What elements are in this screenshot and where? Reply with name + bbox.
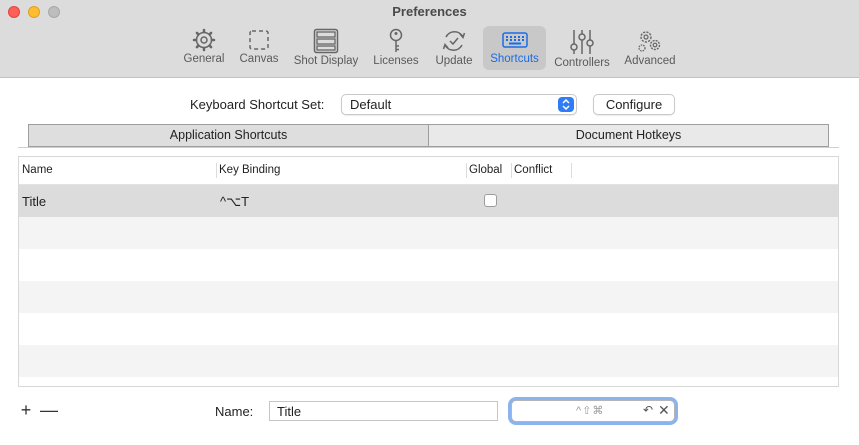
key-icon [389, 28, 403, 52]
clear-icon[interactable]: ✕ [658, 402, 670, 419]
gear-icon [192, 28, 216, 52]
tab-general[interactable]: General [180, 26, 228, 70]
name-field[interactable] [269, 401, 498, 421]
shortcut-tabs: Application Shortcuts Document Hotkeys [28, 124, 829, 147]
shot-display-icon [313, 28, 339, 54]
empty-row [19, 313, 838, 345]
title-bar: Preferences General Canvas Shot Display … [0, 0, 859, 78]
sliders-icon [570, 30, 594, 54]
tab-advanced[interactable]: Advanced [621, 26, 679, 70]
global-checkbox[interactable] [484, 194, 497, 207]
shortcut-set-value: Default [350, 97, 392, 112]
remove-shortcut-button[interactable]: — [40, 401, 58, 420]
preferences-toolbar: General Canvas Shot Display Licenses Upd… [0, 26, 859, 72]
tab-general-label: General [183, 53, 225, 65]
tab-update-label: Update [435, 55, 473, 67]
column-separator [466, 163, 467, 178]
canvas-icon [249, 30, 269, 50]
shortcuts-table[interactable]: Name Key Binding Global Conflict Title ^… [18, 156, 839, 387]
column-global[interactable]: Global [469, 164, 502, 176]
configure-button[interactable]: Configure [593, 94, 675, 115]
undo-icon[interactable]: ↶ [643, 403, 653, 417]
update-icon [442, 31, 466, 51]
tab-document-hotkeys[interactable]: Document Hotkeys [428, 124, 829, 147]
empty-row [19, 249, 838, 281]
key-recorder-field[interactable]: ^⇧⌘ ↶ ✕ [511, 400, 675, 422]
shortcut-set-select[interactable]: Default [341, 94, 577, 115]
row-name: Title [22, 194, 47, 209]
tab-shot-display[interactable]: Shot Display [290, 26, 362, 70]
tab-shortcuts[interactable]: Shortcuts [483, 26, 546, 70]
column-separator [216, 163, 217, 178]
tab-canvas-label: Canvas [239, 53, 279, 65]
tab-licenses-label: Licenses [373, 55, 419, 67]
tab-controllers-label: Controllers [554, 57, 610, 69]
empty-row [19, 217, 838, 249]
select-arrows-icon [558, 97, 574, 112]
tab-advanced-label: Advanced [624, 55, 676, 67]
column-key-binding[interactable]: Key Binding [219, 164, 280, 176]
column-separator [571, 163, 572, 178]
empty-row [19, 345, 838, 377]
column-name[interactable]: Name [22, 164, 53, 176]
tab-update[interactable]: Update [430, 26, 478, 70]
tab-shortcuts-label: Shortcuts [490, 53, 539, 65]
shortcut-set-label: Keyboard Shortcut Set: [190, 97, 325, 112]
tab-controllers[interactable]: Controllers [551, 26, 613, 70]
tab-licenses[interactable]: Licenses [370, 26, 422, 70]
column-separator [511, 163, 512, 178]
empty-row [19, 281, 838, 313]
tab-shot-display-label: Shot Display [293, 55, 359, 67]
column-conflict[interactable]: Conflict [514, 164, 552, 176]
table-header: Name Key Binding Global Conflict [19, 157, 838, 185]
gears-icon [638, 31, 661, 52]
window-title: Preferences [392, 4, 467, 19]
tab-divider [18, 147, 839, 148]
keyboard-icon [501, 32, 528, 48]
table-row[interactable]: Title ^⌥T [19, 185, 838, 217]
row-key-binding: ^⌥T [220, 194, 250, 209]
key-recorder-placeholder: ^⇧⌘ [576, 405, 605, 417]
tab-application-shortcuts[interactable]: Application Shortcuts [28, 124, 429, 147]
tab-canvas[interactable]: Canvas [236, 26, 282, 70]
name-label: Name: [215, 404, 254, 419]
add-shortcut-button[interactable]: + [17, 401, 35, 420]
